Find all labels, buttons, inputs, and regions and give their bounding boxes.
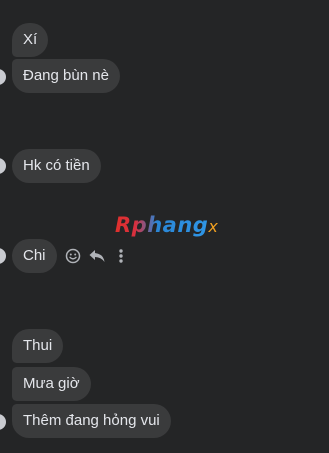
watermark-text: Rphang [115, 213, 209, 237]
message-text: Chi [23, 247, 46, 264]
sender-avatar[interactable] [0, 158, 6, 174]
reply-icon [89, 250, 105, 262]
watermark-suffix: x [208, 217, 219, 236]
message-text: Thui [23, 337, 53, 354]
message-actions [64, 245, 130, 267]
sender-avatar[interactable] [0, 248, 6, 264]
message-text: Đang bùn nè [23, 67, 109, 84]
sender-avatar[interactable] [0, 69, 6, 85]
react-icon [65, 248, 81, 264]
reply-icon[interactable] [88, 247, 106, 265]
message-bubble[interactable]: Xí [12, 23, 49, 57]
message-text: Thêm đang hỏng vui [23, 412, 160, 429]
message-bubble[interactable]: Chi [12, 239, 57, 273]
message-bubble[interactable]: Thêm đang hỏng vui [12, 404, 171, 438]
message-bubble[interactable]: Đang bùn nè [12, 59, 120, 93]
react-icon[interactable] [64, 247, 82, 265]
message-bubble[interactable]: Hk có tiền [12, 149, 101, 183]
more-icon[interactable] [112, 247, 130, 265]
sender-avatar[interactable] [0, 414, 6, 430]
more-icon [119, 249, 123, 263]
message-bubble[interactable]: Mưa giờ [12, 367, 91, 401]
message-text: Xí [23, 31, 38, 48]
message-text: Hk có tiền [23, 157, 90, 174]
message-text: Mưa giờ [23, 375, 80, 392]
watermark-logo: Rphangx [115, 213, 218, 237]
message-bubble[interactable]: Thui [12, 329, 64, 363]
